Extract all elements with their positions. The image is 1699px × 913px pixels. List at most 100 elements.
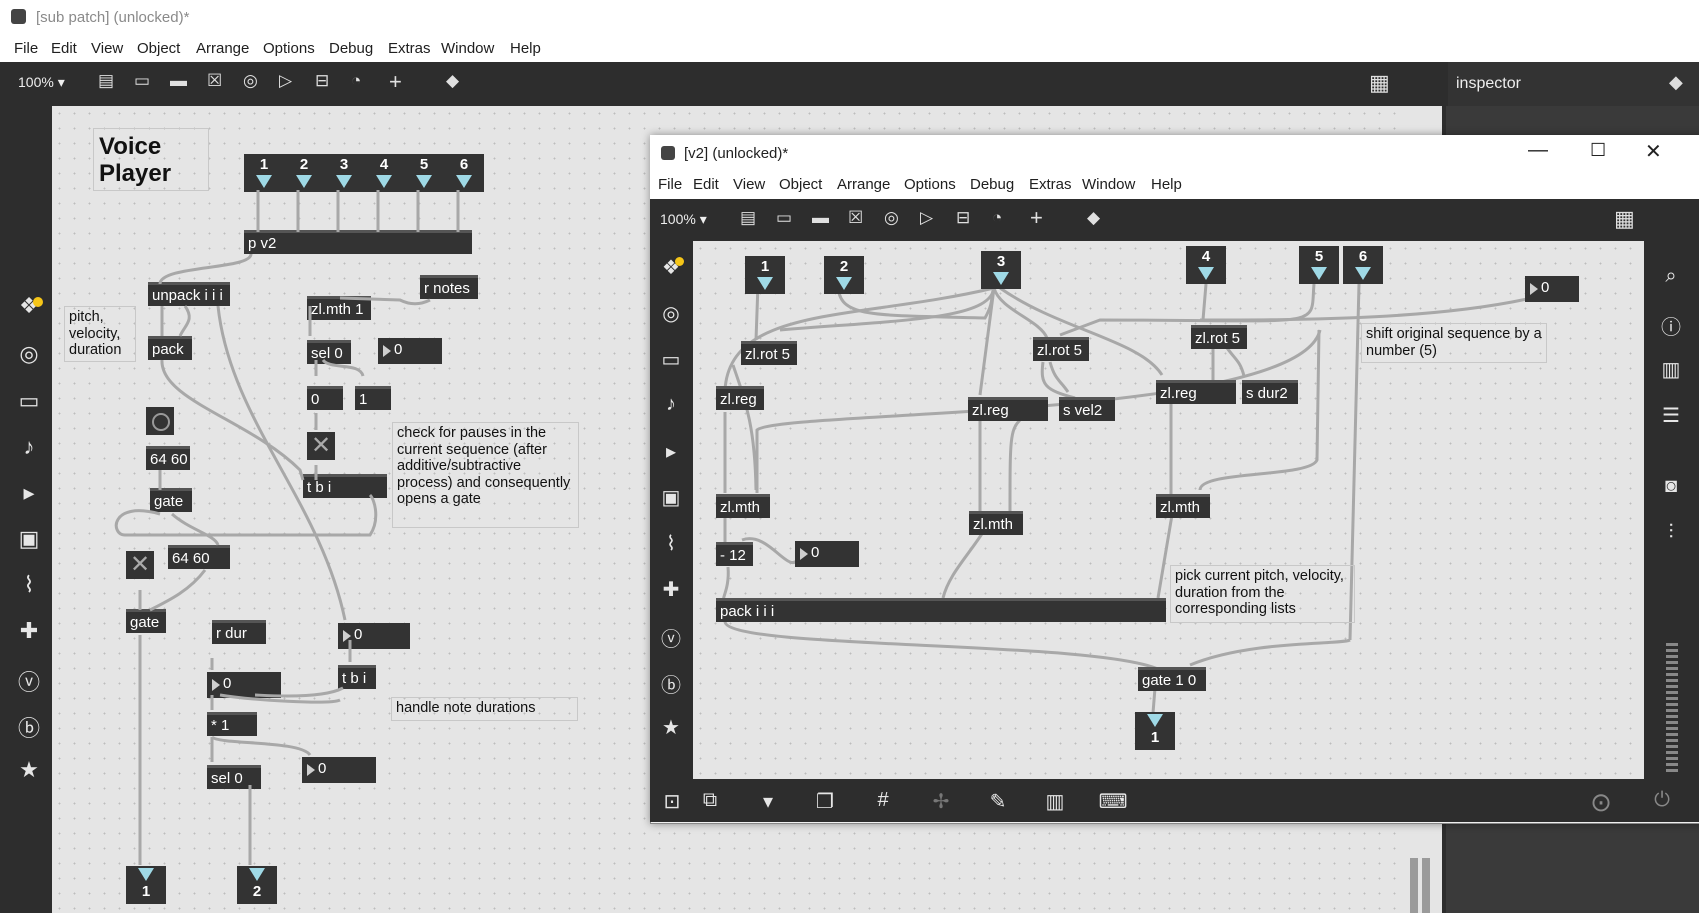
lock-icon[interactable]: ⊡ [657, 789, 687, 814]
menu-window[interactable]: Window [441, 40, 494, 57]
snap-icon[interactable]: ✢ [926, 789, 956, 814]
sub-zl-mth-b[interactable]: zl.mth [969, 511, 1023, 535]
sub-inlet-4[interactable]: 4 [1186, 246, 1226, 284]
add-object-icon[interactable]: + [389, 69, 402, 95]
number-box-b[interactable]: 0 [338, 623, 410, 649]
object-multiply-1[interactable]: * 1 [207, 712, 257, 736]
toggle-a[interactable]: ✕ [126, 551, 154, 579]
sub-inlet-2[interactable]: 2 [824, 256, 864, 294]
object-unpack[interactable]: unpack i i i [148, 282, 230, 306]
sub-menu-debug[interactable]: Debug [970, 176, 1014, 193]
paperclip-icon[interactable]: ⌇ [14, 572, 44, 598]
message-1[interactable]: 1 [355, 386, 391, 410]
grid-icon[interactable]: # [868, 789, 898, 812]
sub-menu-options[interactable]: Options [904, 176, 956, 193]
film-icon[interactable]: ▭ [656, 347, 686, 372]
menu-help[interactable]: Help [510, 40, 541, 57]
sub-outlet-1[interactable]: 1 [1135, 712, 1175, 750]
vizzie-icon[interactable]: ⓥ [14, 665, 44, 697]
new-dial-icon[interactable]: ◔ [351, 71, 361, 91]
sub-s-dur2[interactable]: s dur2 [1242, 380, 1298, 404]
add-object-icon[interactable]: + [1030, 205, 1043, 231]
sub-menu-help[interactable]: Help [1151, 176, 1182, 193]
new-message-icon[interactable]: ▭ [776, 208, 792, 228]
sub-inlet-3[interactable]: 3 [981, 251, 1021, 289]
target-icon[interactable]: ◎ [14, 341, 44, 367]
sub-inlet-1[interactable]: 1 [745, 256, 785, 294]
beap-icon[interactable]: ⓑ [656, 669, 686, 698]
music-note-icon[interactable]: ♪ [656, 393, 686, 416]
presentation-icon[interactable]: ⧉ [695, 789, 725, 812]
object-sel-0-a[interactable]: sel 0 [307, 340, 351, 364]
object-r-dur[interactable]: r dur [212, 620, 266, 644]
new-number-icon[interactable]: ▷ [279, 71, 292, 91]
inlet-2[interactable]: 2 [284, 154, 324, 192]
sub-menu-extras[interactable]: Extras [1029, 176, 1072, 193]
object-t-b-i-b[interactable]: t b i [338, 665, 376, 689]
close-icon[interactable]: ✕ [1645, 139, 1662, 164]
mixer-icon[interactable]: ⫶ [1656, 521, 1686, 544]
new-button-icon[interactable]: ◎ [884, 208, 899, 228]
new-comment-icon[interactable]: ▬ [812, 208, 829, 228]
beap-icon[interactable]: ⓑ [14, 711, 44, 743]
inlet-6[interactable]: 6 [444, 154, 484, 192]
sub-menu-arrange[interactable]: Arrange [837, 176, 890, 193]
sub-zl-mth-a[interactable]: zl.mth [716, 494, 770, 518]
sub-zoom-select[interactable]: 100% ▾ [660, 211, 707, 228]
inlet-1[interactable]: 1 [244, 154, 284, 192]
sub-zl-reg-b[interactable]: zl.reg [968, 397, 1048, 421]
number-box-c[interactable]: 0 [207, 672, 281, 698]
wrench-icon[interactable]: ✎ [983, 789, 1013, 814]
sub-number-box[interactable]: 0 [795, 541, 859, 567]
toggle-b[interactable]: ✕ [307, 432, 335, 460]
sub-inlet-5[interactable]: 5 [1299, 246, 1339, 284]
message-64-60-a[interactable]: 64 60 [146, 446, 190, 470]
sub-zl-rot-5-c[interactable]: zl.rot 5 [1191, 325, 1247, 349]
minimize-icon[interactable]: — [1528, 139, 1548, 162]
sub-pack-i-i-i[interactable]: pack i i i [716, 598, 1166, 622]
zoom-select[interactable]: 100% ▾ [18, 74, 65, 91]
new-object-icon[interactable]: ▤ [98, 71, 114, 91]
puzzle-icon[interactable]: ✚ [14, 618, 44, 644]
menu-object[interactable]: Object [137, 40, 180, 57]
columns-icon[interactable]: ▥ [1656, 357, 1686, 382]
message-0[interactable]: 0 [307, 386, 343, 410]
menu-debug[interactable]: Debug [329, 40, 373, 57]
object-pack[interactable]: pack [148, 336, 192, 360]
camera-icon[interactable]: ◙ [1656, 475, 1686, 498]
object-r-notes[interactable]: r notes [420, 275, 478, 299]
sub-menu-object[interactable]: Object [779, 176, 822, 193]
film-icon[interactable]: ▭ [14, 388, 44, 414]
bang-button[interactable] [146, 407, 174, 435]
list-icon[interactable]: ☰ [1656, 403, 1686, 428]
sub-zl-reg-a[interactable]: zl.reg [716, 386, 764, 410]
outlet-1[interactable]: 1 [126, 866, 166, 904]
message-64-60-b[interactable]: 64 60 [168, 545, 230, 569]
comment-bubble-icon[interactable]: ▾ [753, 789, 783, 814]
maximize-icon[interactable]: ☐ [1590, 140, 1606, 161]
sub-menu-edit[interactable]: Edit [693, 176, 719, 193]
paint-bucket-icon[interactable]: ◆ [446, 71, 459, 91]
step-icon[interactable]: ▸ [14, 480, 44, 506]
sub-zl-rot-5-b[interactable]: zl.rot 5 [1033, 337, 1089, 361]
pin-icon[interactable]: ◆ [1669, 72, 1683, 93]
power-icon[interactable]: ⏻ [1647, 789, 1677, 812]
number-box-d[interactable]: 0 [302, 757, 376, 783]
new-message-icon[interactable]: ▭ [134, 71, 150, 91]
menu-arrange[interactable]: Arrange [196, 40, 249, 57]
paperclip-icon[interactable]: ⌇ [656, 531, 686, 556]
new-button-icon[interactable]: ◎ [243, 71, 258, 91]
number-box-a[interactable]: 0 [378, 338, 442, 364]
new-comment-icon[interactable]: ▬ [170, 71, 187, 91]
vizzie-icon[interactable]: ⓥ [656, 623, 686, 652]
object-gate-a[interactable]: gate [150, 488, 192, 512]
object-p-v2[interactable]: p v2 [244, 230, 472, 254]
menu-edit[interactable]: Edit [51, 40, 77, 57]
new-number-icon[interactable]: ▷ [920, 208, 933, 228]
image-icon[interactable]: ▣ [14, 526, 44, 552]
sub-zl-rot-5-a[interactable]: zl.rot 5 [741, 341, 797, 365]
music-note-icon[interactable]: ♪ [14, 434, 44, 460]
favorites-star-icon[interactable]: ★ [14, 757, 44, 783]
sub-menu-window[interactable]: Window [1082, 176, 1135, 193]
puzzle-icon[interactable]: ✚ [656, 577, 686, 602]
